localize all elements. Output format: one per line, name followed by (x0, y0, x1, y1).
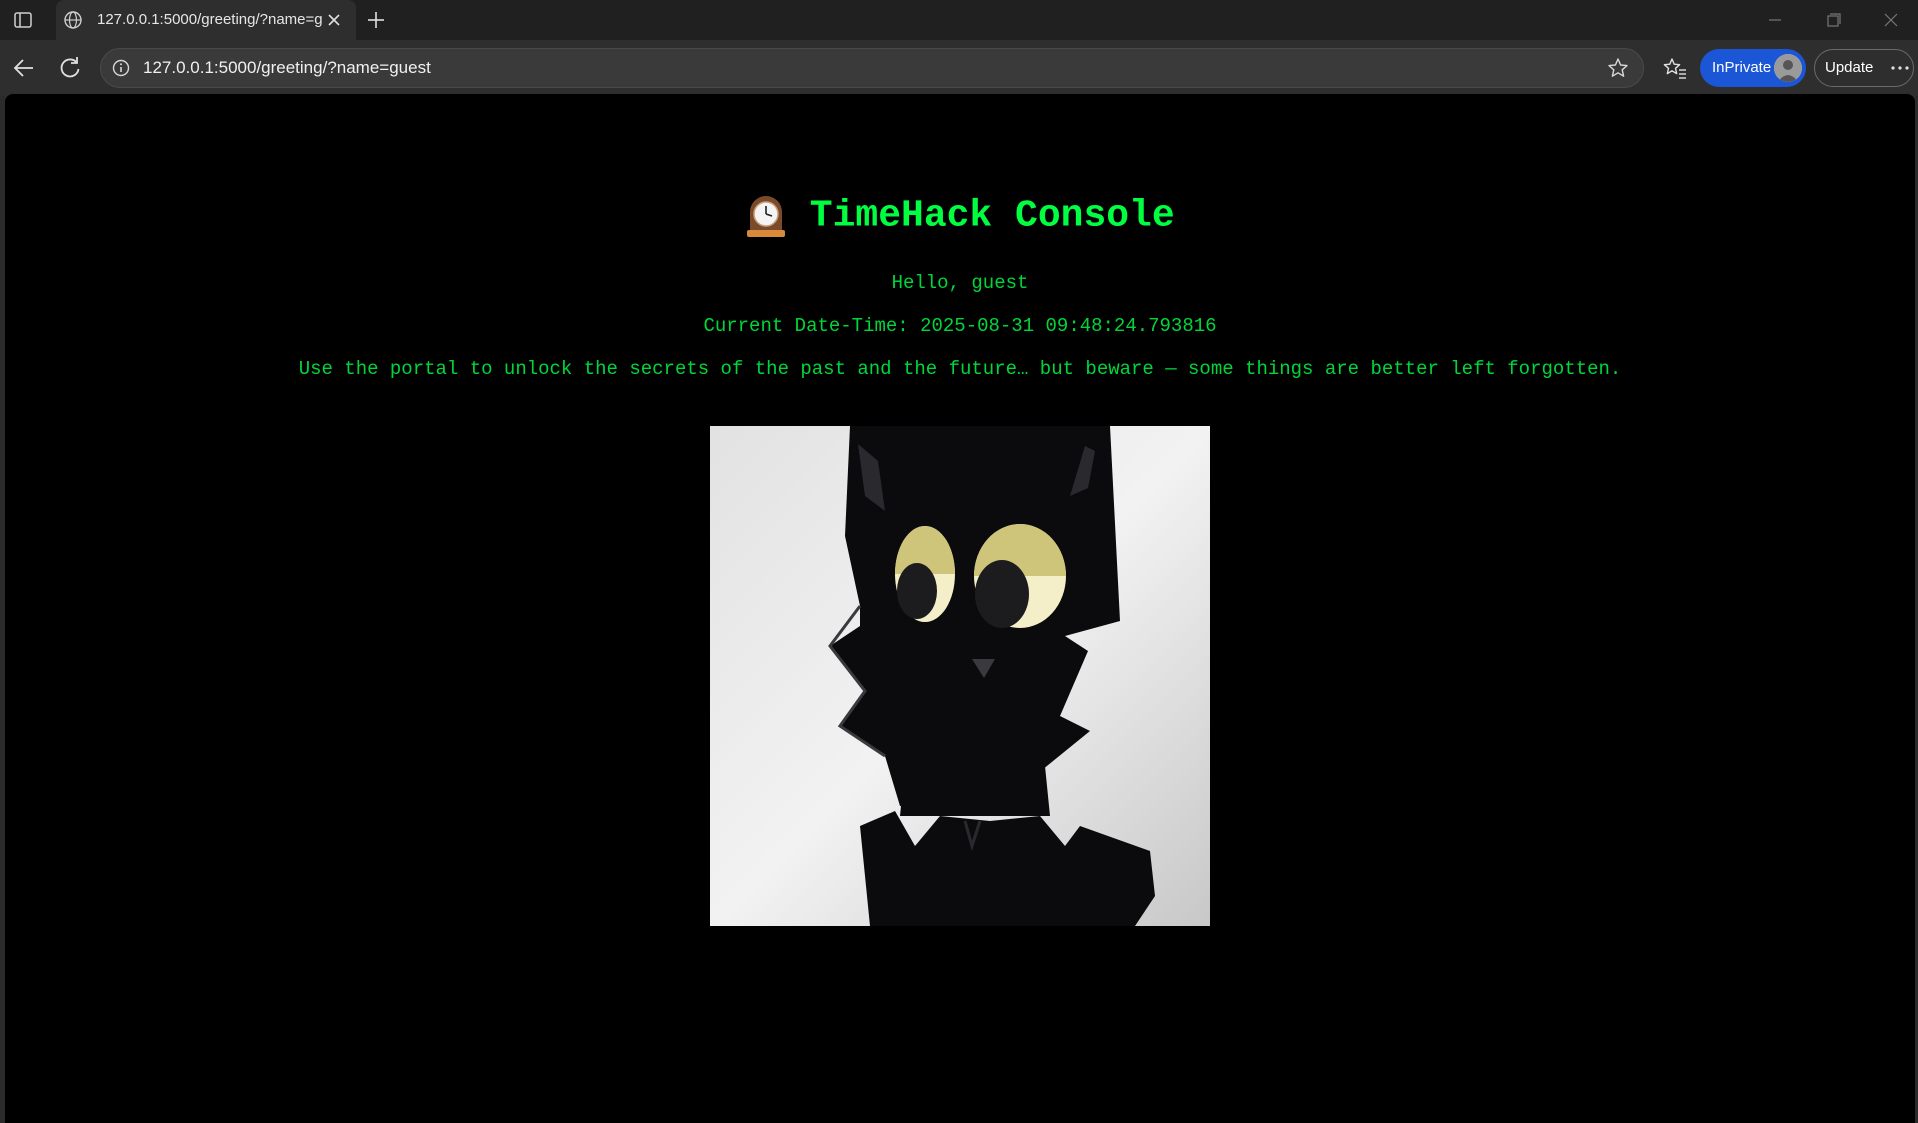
update-label: Update (1825, 59, 1874, 76)
title-bar: 127.0.0.1:5000/greeting/?name=g (0, 0, 1918, 40)
message-text: Use the portal to unlock the secrets of … (298, 358, 1622, 380)
back-icon[interactable] (10, 54, 38, 82)
globe-icon (64, 11, 82, 29)
clock-icon (747, 196, 786, 237)
address-bar[interactable]: 127.0.0.1:5000/greeting/?name=guest (100, 48, 1644, 88)
inprivate-label: InPrivate (1712, 59, 1772, 76)
tab-title: 127.0.0.1:5000/greeting/?name=g (97, 11, 323, 28)
page-heading: TimeHack Console (5, 194, 1915, 238)
info-icon[interactable] (111, 58, 131, 78)
page-title: TimeHack Console (809, 194, 1175, 238)
more-icon[interactable] (1889, 57, 1911, 79)
minimize-icon[interactable] (1763, 9, 1787, 31)
refresh-icon[interactable] (56, 54, 84, 82)
favorites-icon[interactable] (1662, 56, 1688, 82)
inprivate-button[interactable]: InPrivate (1700, 49, 1806, 87)
avatar (1774, 54, 1802, 82)
toolbar: 127.0.0.1:5000/greeting/?name=guest InPr… (0, 40, 1918, 96)
browser-tab[interactable]: 127.0.0.1:5000/greeting/?name=g (56, 0, 356, 40)
greeting-text: Hello, guest (891, 272, 1029, 294)
plus-icon[interactable] (364, 8, 388, 32)
page-content: TimeHack Console Hello, guest Current Da… (5, 94, 1915, 1123)
datetime-text: Current Date-Time: 2025-08-31 09:48:24.7… (703, 315, 1217, 337)
sidebar-icon[interactable] (12, 9, 34, 31)
star-icon[interactable] (1607, 57, 1629, 79)
update-button[interactable]: Update (1814, 49, 1914, 87)
cat-image (710, 426, 1210, 926)
window-close-icon[interactable] (1879, 9, 1903, 31)
restore-icon[interactable] (1821, 9, 1845, 31)
close-icon[interactable] (323, 9, 345, 31)
url-text[interactable]: 127.0.0.1:5000/greeting/?name=guest (143, 58, 431, 78)
